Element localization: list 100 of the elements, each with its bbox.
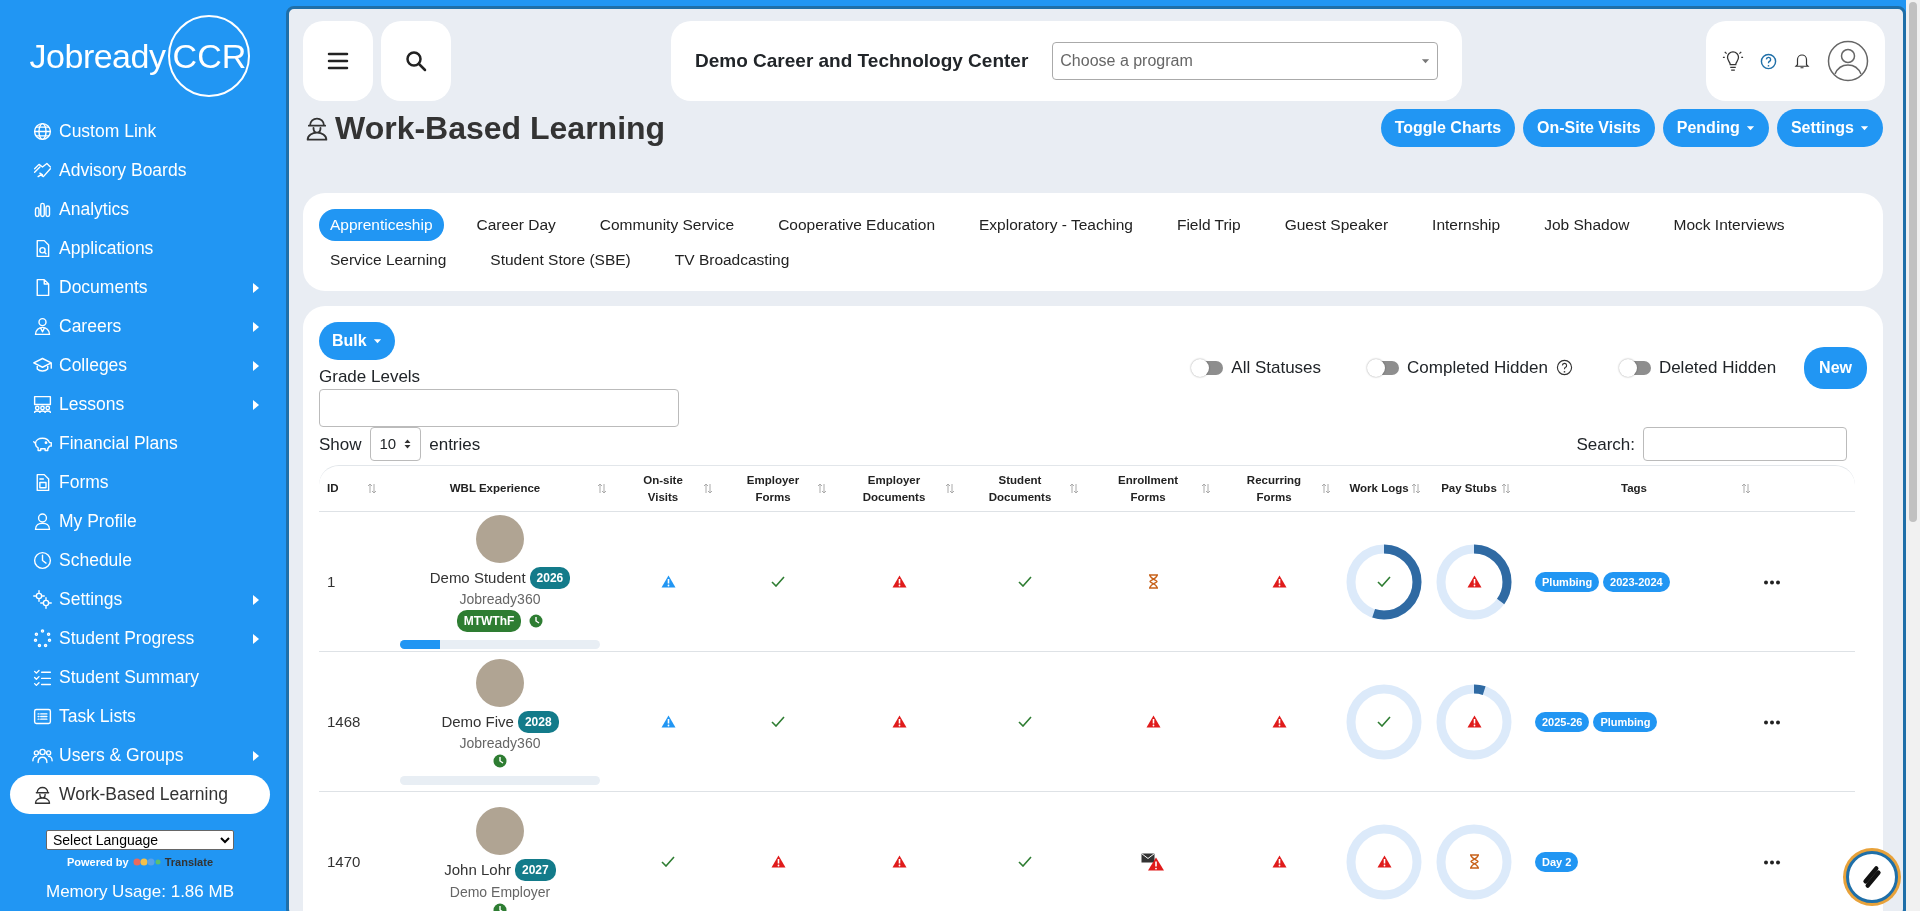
sort-icon xyxy=(703,483,713,495)
category-tab[interactable]: Cooperative Education xyxy=(767,209,946,241)
warning-icon xyxy=(1271,715,1287,729)
category-tab[interactable]: Job Shadow xyxy=(1533,209,1641,241)
warning-icon xyxy=(1466,715,1482,729)
category-tab[interactable]: Service Learning xyxy=(319,243,458,275)
entries-label: entries xyxy=(429,433,481,456)
user-avatar-icon[interactable] xyxy=(1827,40,1869,82)
page-size-select[interactable]: 10 xyxy=(369,427,422,462)
check-icon xyxy=(1377,576,1391,588)
column-header[interactable]: Pay Stubs xyxy=(1437,480,1501,498)
check-icon xyxy=(1018,716,1032,728)
warning-icon xyxy=(891,855,907,869)
sort-caret-icon xyxy=(404,439,412,450)
notification-bell-icon[interactable] xyxy=(1793,52,1811,70)
warning-icon xyxy=(1466,575,1482,589)
organization-name: Demo Employer xyxy=(449,882,551,902)
warning-icon xyxy=(770,855,786,869)
dotted-circle-icon xyxy=(32,628,53,649)
menu-button[interactable] xyxy=(303,21,373,101)
sort-icon xyxy=(1321,483,1331,495)
category-tab[interactable]: Career Day xyxy=(465,209,567,241)
category-tab[interactable]: Student Store (SBE) xyxy=(479,243,642,275)
avatar-placeholder xyxy=(476,807,524,856)
tag-badge: Plumbing xyxy=(1593,711,1658,733)
sort-icon xyxy=(1201,483,1211,495)
search-icon xyxy=(405,50,427,72)
warning-icon xyxy=(1376,855,1392,869)
category-tab[interactable]: TV Broadcasting xyxy=(663,243,801,275)
student-name[interactable]: Demo Student xyxy=(429,566,526,590)
sidebar-item[interactable]: Work-Based Learning xyxy=(10,775,270,814)
warning-icon xyxy=(1145,715,1161,729)
toggle-switch[interactable] xyxy=(1369,360,1400,375)
clock-icon xyxy=(32,550,53,571)
column-header[interactable]: Employer Documents xyxy=(859,471,929,507)
table-cell-text: 1468 xyxy=(326,711,362,732)
column-header[interactable]: Recurring Forms xyxy=(1239,471,1309,507)
column-header[interactable]: On-site Visits xyxy=(628,471,698,507)
sort-icon xyxy=(945,483,955,495)
program-select[interactable]: Choose a program xyxy=(1052,42,1439,80)
sort-icon xyxy=(597,483,607,495)
list-icon xyxy=(32,706,53,727)
avatar-placeholder xyxy=(476,658,524,707)
search-field[interactable] xyxy=(1643,427,1847,462)
check-icon xyxy=(661,856,675,868)
grade-levels-field[interactable] xyxy=(319,389,679,428)
organization-name: Jobready360 xyxy=(459,734,541,754)
year-badge: 2027 xyxy=(515,859,556,882)
hourglass-icon xyxy=(1468,854,1480,870)
student-name[interactable]: Demo Five xyxy=(441,710,514,734)
mail-warning-icon xyxy=(1141,852,1165,871)
toggle-switch[interactable] xyxy=(1193,360,1224,375)
table-cell-text: 1 xyxy=(326,571,337,592)
caret-icon xyxy=(1421,58,1431,64)
sort-icon xyxy=(1741,483,1751,495)
help-icon[interactable] xyxy=(1760,52,1777,70)
language-select[interactable]: Select Language xyxy=(46,830,234,850)
translate-link[interactable]: Translate xyxy=(164,854,214,871)
scrollbar-thumb[interactable] xyxy=(1909,2,1917,522)
toggle-label: All Statuses xyxy=(1231,357,1322,380)
tag-badge: Day 2 xyxy=(1535,851,1579,873)
sort-icon xyxy=(1501,483,1511,495)
column-header[interactable]: Enrollment Forms xyxy=(1113,471,1183,507)
column-header[interactable]: Employer Forms xyxy=(738,471,808,507)
sort-icon xyxy=(817,483,827,495)
category-tab[interactable]: Field Trip xyxy=(1165,209,1252,241)
help-chat-button[interactable] xyxy=(1846,851,1898,903)
logo-circle: CCR xyxy=(168,15,251,97)
check-icon xyxy=(771,716,785,728)
category-tab[interactable]: Guest Speaker xyxy=(1273,209,1400,241)
schedule-badge: MTWThF xyxy=(456,610,522,633)
tag-badge: 2025-26 xyxy=(1535,711,1590,733)
category-tab[interactable]: Internship xyxy=(1421,209,1512,241)
category-tab[interactable]: Exploratory - Teaching xyxy=(968,209,1144,241)
column-header[interactable]: WBL Experience xyxy=(393,480,597,498)
warning-icon xyxy=(1271,855,1287,869)
memory-usage-text: Memory Usage: 1.86 MB xyxy=(46,880,234,903)
category-tab[interactable]: Mock Interviews xyxy=(1662,209,1796,241)
category-tab[interactable]: Community Service xyxy=(588,209,746,241)
search-button[interactable] xyxy=(381,21,451,101)
info-warning-icon xyxy=(660,715,676,729)
show-label: Show xyxy=(319,433,362,456)
avatar-placeholder xyxy=(476,514,524,563)
translate-logo-icon xyxy=(132,857,161,868)
gears-icon xyxy=(32,589,53,610)
tag-badge: 2023-2024 xyxy=(1603,571,1670,593)
student-name[interactable]: John Lohr xyxy=(444,859,511,882)
check-icon xyxy=(1377,716,1391,728)
column-header[interactable]: Work Logs xyxy=(1347,480,1411,498)
person-icon xyxy=(32,316,53,337)
worker-icon xyxy=(32,784,53,805)
check-icon xyxy=(1018,856,1032,868)
toggle-switch[interactable] xyxy=(1620,360,1651,375)
column-header[interactable]: ID xyxy=(327,480,367,498)
lightbulb-icon[interactable] xyxy=(1722,50,1744,72)
hourglass-icon xyxy=(1147,574,1159,590)
year-badge: 2028 xyxy=(517,710,559,733)
column-header[interactable]: Student Documents xyxy=(985,471,1055,507)
column-header[interactable]: Tags xyxy=(1527,480,1741,498)
toggle-label: Deleted Hidden xyxy=(1658,357,1777,380)
